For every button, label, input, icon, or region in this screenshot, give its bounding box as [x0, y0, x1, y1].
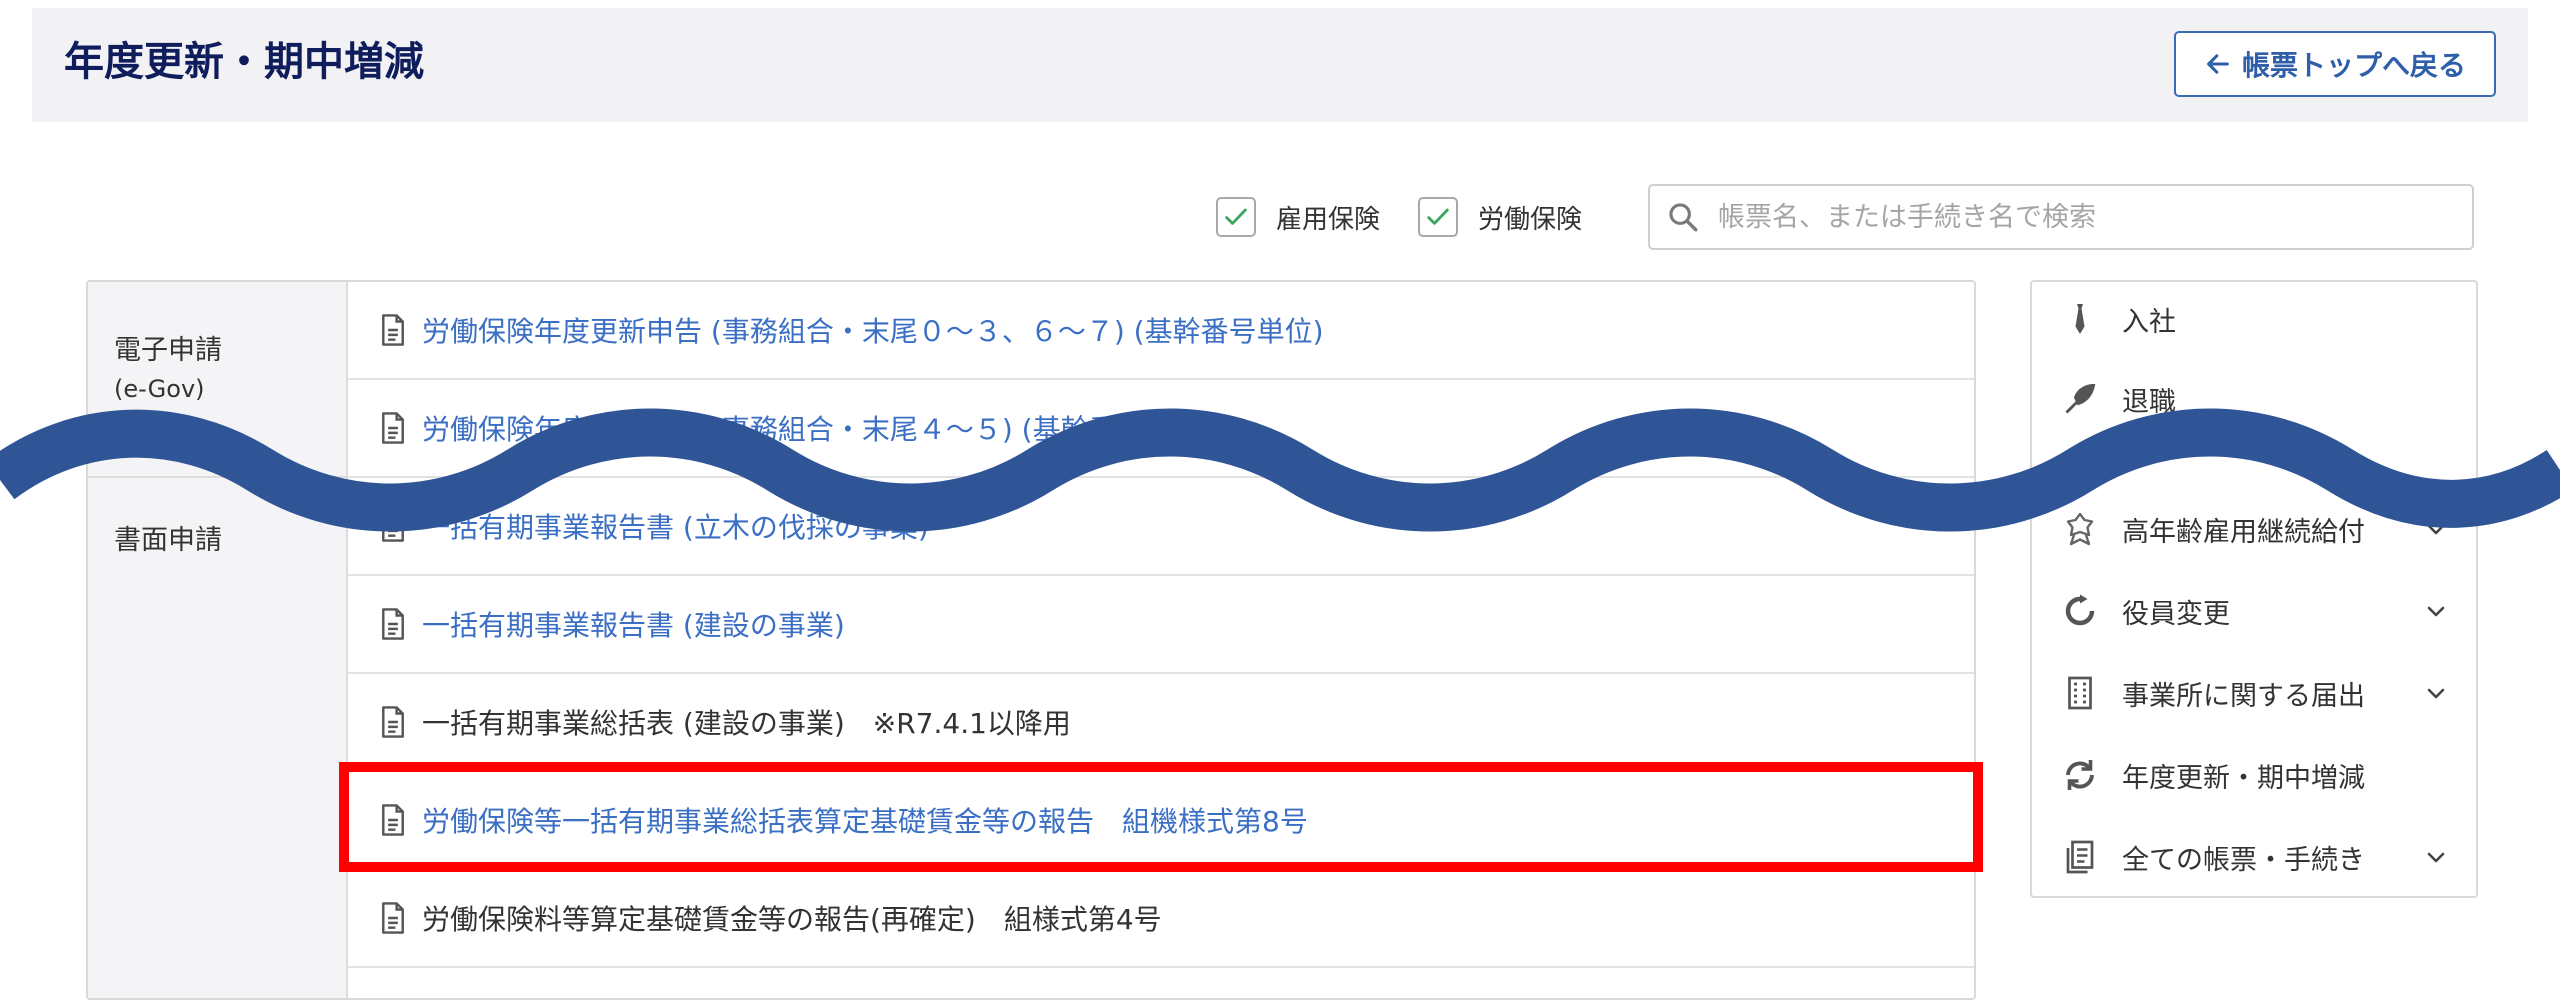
back-to-forms-top-button[interactable]: 帳票トップへ戻る [2174, 31, 2496, 97]
form-label: 一括有期事業総括表 (建設の事業) ※R7.4.1以降用 [422, 707, 1071, 740]
section-label-column: 電子申請 (e-Gov) 書面申請 [88, 282, 348, 998]
sidebar-item-label: 年度更新・期中増減 [2122, 762, 2365, 794]
checkmark-icon [1427, 208, 1449, 225]
section-paper-label: 書面申請 [114, 525, 222, 556]
rodo-hoken-label: 労働保険 [1478, 204, 1583, 235]
bouquet-icon [2065, 383, 2096, 414]
sidebar-item[interactable]: 入社 [2032, 284, 2476, 354]
search-icon [1669, 203, 1698, 232]
sidebar-item-label: 退職 [2122, 386, 2176, 418]
filter-bar: 雇用保険 労働保険 [1216, 184, 1620, 250]
sidebar-item[interactable]: 事業所に関する届出 [2032, 658, 2476, 728]
form-row[interactable]: 労働保険年度更新申告 (事務組合・末尾０～３、６～７) (基幹番号単位) [348, 282, 1974, 380]
badge-icon [2066, 512, 2094, 546]
sidebar-item[interactable]: 高年齢雇用継続給付 [2032, 494, 2476, 564]
chevron-down-icon [2427, 606, 2445, 617]
tie-icon [2075, 304, 2085, 334]
form-row[interactable]: 労働保険等一括有期事業総括表算定基礎賃金等の報告 組機様式第8号 [348, 772, 1974, 870]
sidebar-item[interactable]: 退職 [2032, 364, 2476, 434]
chevron-down-icon [2427, 688, 2445, 699]
chevron-down-icon [2427, 852, 2445, 863]
documents-icon [2066, 840, 2094, 874]
section-electronic-sub: (e-Gov) [114, 375, 205, 403]
sidebar-item-label: 全ての帳票・手続き [2122, 844, 2365, 876]
sidebar-item-label: 入社 [2122, 306, 2176, 338]
page-header: 年度更新・期中増減 帳票トップへ戻る [32, 8, 2528, 122]
form-link[interactable]: 労働保険年度更新申告 (事務組合・末尾４～５) (基幹番号単位) [422, 408, 1212, 448]
form-link[interactable]: 労働保険年度更新申告 (事務組合・末尾０～３、６～７) (基幹番号単位) [422, 310, 1324, 350]
document-icon [382, 902, 404, 934]
sidebar-item-label: 高年齢雇用継続給付 [2122, 516, 2365, 548]
category-sidebar: 入社退職高年齢雇用継続給付 役員変更事業所に関する届出 年度更新・期中増減 全ての帳票… [2030, 280, 2478, 898]
search-box [1648, 184, 2474, 250]
section-divider [88, 476, 348, 478]
sidebar-item-label: 事業所に関する届出 [2122, 680, 2365, 712]
section-paper: 書面申請 [114, 518, 222, 557]
section-electronic-label: 電子申請 [114, 335, 222, 366]
form-row[interactable]: 一括有期事業報告書 (建設の事業) [348, 576, 1974, 674]
document-icon [382, 314, 404, 346]
form-list-table: 電子申請 (e-Gov) 書面申請 労働保険年度更新申告 (事務組合・末尾０～３… [86, 280, 1976, 1000]
koyo-hoken-checkbox[interactable]: 雇用保険 [1216, 197, 1380, 237]
document-icon [382, 804, 404, 836]
arrow-left-icon [2207, 54, 2229, 74]
refresh-circle-icon [2065, 594, 2095, 626]
form-link[interactable]: 一括有期事業報告書 (立木の伐採の事業) [422, 506, 929, 546]
sidebar-item[interactable]: 年度更新・期中増減 [2032, 740, 2476, 810]
sidebar-item[interactable]: 役員変更 [2032, 576, 2476, 646]
form-link[interactable]: 一括有期事業報告書 (建設の事業) [422, 604, 845, 644]
checkmark-icon [1225, 208, 1247, 225]
form-row: 労働保険料等算定基礎賃金等の報告(再確定) 組様式第4号 [348, 870, 1974, 968]
form-label: 労働保険料等算定基礎賃金等の報告(再確定) 組様式第4号 [422, 903, 1162, 936]
sidebar-item-label: 役員変更 [2122, 598, 2230, 630]
checkbox-box[interactable] [1216, 197, 1256, 237]
form-row: 一括有期事業総括表 (建設の事業) ※R7.4.1以降用 [348, 674, 1974, 772]
page-title: 年度更新・期中増減 [64, 39, 424, 85]
document-icon [382, 510, 404, 542]
section-electronic: 電子申請 (e-Gov) [114, 328, 222, 403]
koyo-hoken-label: 雇用保険 [1276, 204, 1381, 235]
sync-icon [2066, 760, 2094, 790]
form-row[interactable]: 一括有期事業報告書 (立木の伐採の事業) [348, 478, 1974, 576]
document-icon [382, 608, 404, 640]
rodo-hoken-checkbox[interactable]: 労働保険 [1418, 197, 1582, 237]
back-button-label: 帳票トップへ戻る [2241, 49, 2466, 82]
document-icon [382, 412, 404, 444]
building-icon [2068, 676, 2092, 710]
checkbox-box[interactable] [1418, 197, 1459, 237]
form-row[interactable]: 労働保険年度更新申告 (事務組合・末尾４～５) (基幹番号単位) [348, 380, 1974, 478]
form-link[interactable]: 労働保険等一括有期事業総括表算定基礎賃金等の報告 組機様式第8号 [422, 800, 1308, 840]
sidebar-item[interactable]: 全ての帳票・手続き [2032, 822, 2476, 892]
document-icon [382, 706, 404, 738]
search-input[interactable] [1716, 200, 2436, 234]
chevron-down-icon [2427, 524, 2445, 535]
